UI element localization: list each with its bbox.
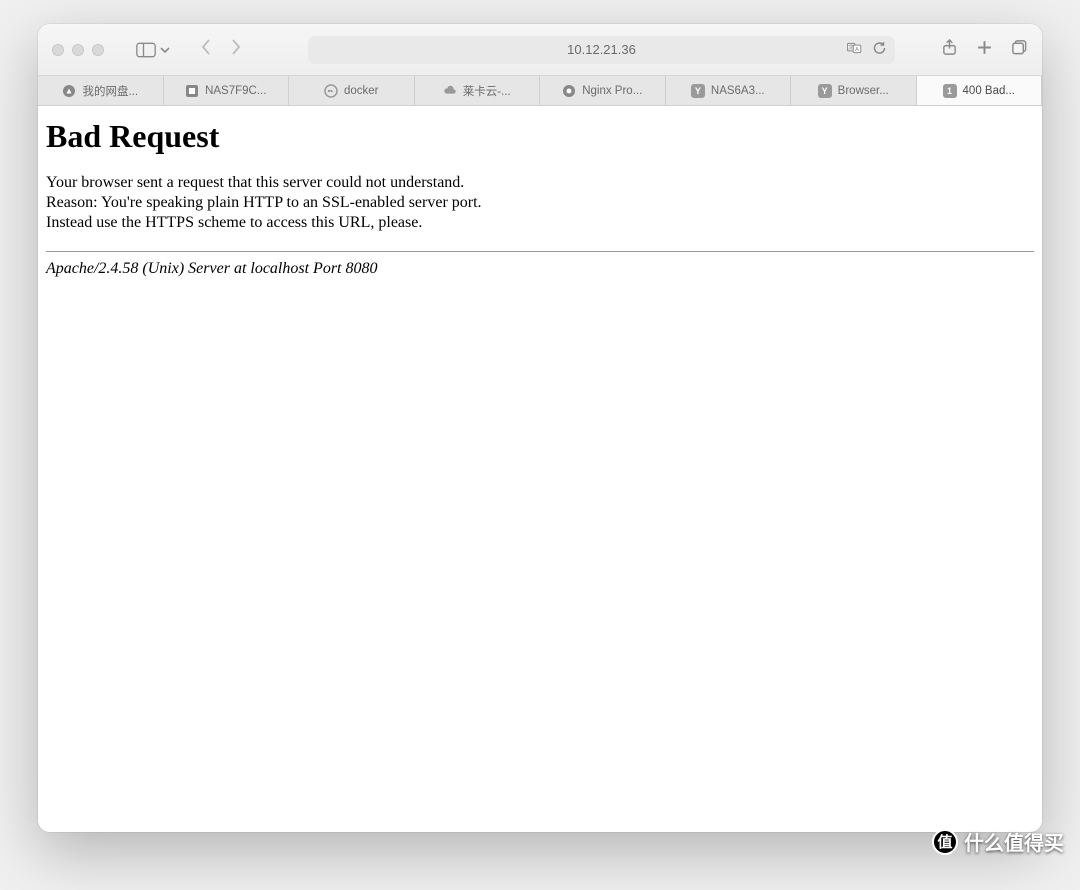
tab-3[interactable]: 莱卡云-...: [415, 76, 541, 105]
tab-4[interactable]: Nginx Pro...: [540, 76, 666, 105]
letter-icon: Y: [691, 84, 705, 98]
divider: [46, 251, 1034, 252]
tab-label: 400 Bad...: [963, 85, 1015, 97]
docker-icon: [324, 84, 338, 98]
back-button[interactable]: [200, 39, 212, 60]
error-heading: Bad Request: [46, 118, 1034, 155]
tab-6[interactable]: Y Browser...: [791, 76, 917, 105]
share-icon[interactable]: [941, 39, 958, 61]
page-content: Bad Request Your browser sent a request …: [38, 106, 1042, 832]
address-right-icons: 文A: [847, 41, 887, 58]
tab-label: Browser...: [838, 85, 889, 97]
tab-2[interactable]: docker: [289, 76, 415, 105]
watermark: 值 什么值得买: [932, 827, 1064, 856]
watermark-text: 什么值得买: [964, 827, 1064, 856]
browser-window: 10.12.21.36 文A 我的网盘... NAS7F9C... docker: [38, 24, 1042, 832]
minimize-window-button[interactable]: [72, 44, 84, 56]
tab-bar: 我的网盘... NAS7F9C... docker 莱卡云-... Nginx …: [38, 76, 1042, 106]
square-icon: [185, 84, 199, 98]
letter-icon: Y: [818, 84, 832, 98]
svg-text:A: A: [855, 47, 859, 53]
tab-label: docker: [344, 85, 379, 97]
chevron-down-icon: [160, 41, 170, 59]
watermark-badge: 值: [932, 829, 958, 855]
sidebar-icon: [136, 42, 156, 58]
nav-arrows: [200, 39, 242, 60]
new-tab-icon[interactable]: [976, 39, 993, 61]
maximize-window-button[interactable]: [92, 44, 104, 56]
tab-5[interactable]: Y NAS6A3...: [666, 76, 792, 105]
forward-button[interactable]: [230, 39, 242, 60]
tab-1[interactable]: NAS7F9C...: [164, 76, 290, 105]
sidebar-toggle[interactable]: [136, 41, 170, 59]
tab-label: 莱卡云-...: [463, 83, 511, 99]
address-bar[interactable]: 10.12.21.36 文A: [308, 36, 895, 64]
compass-icon: [62, 84, 76, 98]
tab-7-active[interactable]: 1 400 Bad...: [917, 76, 1043, 105]
reload-icon[interactable]: [872, 41, 887, 58]
cloud-icon: [443, 84, 457, 98]
traffic-lights: [52, 44, 104, 56]
tab-label: 我的网盘...: [82, 83, 138, 99]
tab-label: NAS6A3...: [711, 85, 765, 97]
circle-icon: [562, 84, 576, 98]
error-line-1: Your browser sent a request that this se…: [46, 174, 464, 191]
letter-icon: 1: [943, 84, 957, 98]
tabs-overview-icon[interactable]: [1011, 39, 1028, 61]
tab-0[interactable]: 我的网盘...: [38, 76, 164, 105]
close-window-button[interactable]: [52, 44, 64, 56]
toolbar-right: [941, 39, 1028, 61]
tab-label: NAS7F9C...: [205, 85, 266, 97]
toolbar: 10.12.21.36 文A: [38, 24, 1042, 76]
translate-icon[interactable]: 文A: [847, 41, 862, 58]
address-text: 10.12.21.36: [567, 42, 636, 57]
error-line-3: Instead use the HTTPS scheme to access t…: [46, 214, 422, 231]
error-line-2: Reason: You're speaking plain HTTP to an…: [46, 194, 482, 211]
server-signature: Apache/2.4.58 (Unix) Server at localhost…: [46, 260, 1034, 278]
tab-label: Nginx Pro...: [582, 85, 642, 97]
